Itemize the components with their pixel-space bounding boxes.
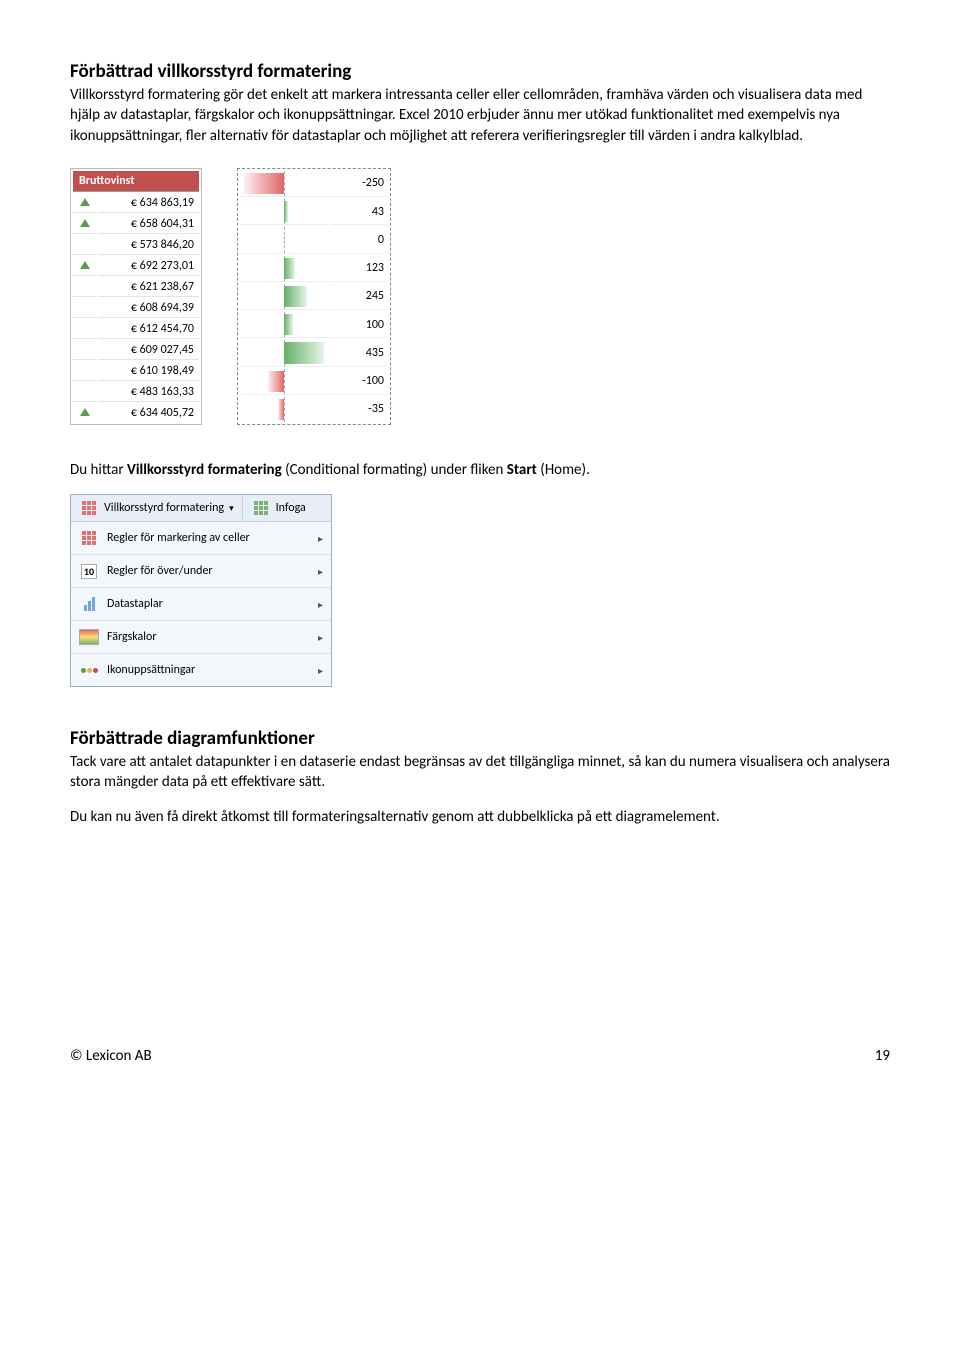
value-cell: € 483 163,33: [99, 383, 199, 402]
bruttovinst-header: Bruttovinst: [73, 171, 199, 192]
colorscales-icon: [79, 628, 99, 646]
value-cell: 245: [330, 284, 388, 310]
cf-main-button[interactable]: Villkorsstyrd formatering ▾: [71, 495, 243, 521]
cf-item-highlight-rules[interactable]: Regler för markering av celler ▸: [71, 522, 331, 555]
section2-heading: Förbättrade diagramfunktioner: [70, 727, 890, 750]
table-row: € 610 198,49: [73, 362, 199, 381]
table-row: 43: [240, 199, 388, 225]
table-row: € 483 163,33: [73, 383, 199, 402]
table-row: € 621 238,67: [73, 278, 199, 297]
value-cell: € 612 454,70: [99, 320, 199, 339]
footer-page-number: 19: [875, 1047, 890, 1065]
table-row: € 609 027,45: [73, 341, 199, 360]
section2-paragraph1: Tack vare att antalet datapunkter i en d…: [70, 752, 890, 793]
value-cell: € 634 405,72: [99, 404, 199, 422]
bruttovinst-table: Bruttovinst € 634 863,19 € 658 604,31 € 57…: [70, 168, 202, 425]
trend-icon-cell: [73, 257, 97, 276]
cf-icon: [79, 499, 99, 517]
find-cf-text: Du hittar Villkorsstyrd formatering (Con…: [70, 460, 890, 480]
table-row: 435: [240, 340, 388, 366]
value-cell: 0: [330, 227, 388, 253]
highlight-cells-icon: [79, 529, 99, 547]
cf-item-iconsets[interactable]: Ikonuppsättningar ▸: [71, 654, 331, 686]
trend-icon-cell: [73, 194, 97, 213]
value-cell: 43: [330, 199, 388, 225]
value-cell: -250: [330, 171, 388, 197]
table-row: € 608 694,39: [73, 299, 199, 318]
table-row: -250: [240, 171, 388, 197]
chevron-right-icon: ▸: [318, 532, 323, 545]
databar-cell: [240, 256, 328, 282]
value-cell: € 610 198,49: [99, 362, 199, 381]
value-cell: € 573 846,20: [99, 236, 199, 255]
section1-heading: Förbättrad villkorsstyrd formatering: [70, 60, 890, 83]
chevron-down-icon: ▾: [229, 503, 234, 514]
table-row: € 658 604,31: [73, 215, 199, 234]
value-cell: 123: [330, 256, 388, 282]
infoga-button[interactable]: Infoga: [243, 495, 314, 521]
footer-copyright: © Lexicon AB: [70, 1047, 152, 1065]
databars-icon: [79, 595, 99, 613]
cf-item-databars[interactable]: Datastaplar ▸: [71, 588, 331, 621]
trend-icon-cell: [73, 215, 97, 234]
chevron-right-icon: ▸: [318, 598, 323, 611]
value-cell: 100: [330, 312, 388, 338]
databar-table: -250430 123245100435 -100-35: [237, 168, 391, 425]
trend-icon-cell: [73, 362, 97, 381]
chevron-right-icon: ▸: [318, 631, 323, 644]
chevron-right-icon: ▸: [318, 664, 323, 677]
trend-icon-cell: [73, 278, 97, 297]
top-bottom-icon: 10: [79, 562, 99, 580]
table-row: 100: [240, 312, 388, 338]
table-row: 123: [240, 256, 388, 282]
chevron-right-icon: ▸: [318, 565, 323, 578]
databar-cell: [240, 171, 328, 197]
value-cell: -100: [330, 369, 388, 395]
table-row: 245: [240, 284, 388, 310]
value-cell: € 621 238,67: [99, 278, 199, 297]
triangle-up-icon: [80, 408, 90, 416]
table-row: -100: [240, 369, 388, 395]
databar-cell: [240, 397, 328, 422]
databar-cell: [240, 340, 328, 366]
value-cell: -35: [330, 397, 388, 422]
databar-cell: [240, 227, 328, 253]
value-cell: € 658 604,31: [99, 215, 199, 234]
databar-cell: [240, 284, 328, 310]
value-cell: € 608 694,39: [99, 299, 199, 318]
trend-icon-cell: [73, 341, 97, 360]
triangle-up-icon: [80, 219, 90, 227]
table-row: 0: [240, 227, 388, 253]
section2-paragraph2: Du kan nu även få direkt åtkomst till fo…: [70, 807, 890, 827]
value-cell: 435: [330, 340, 388, 366]
example-tables: Bruttovinst € 634 863,19 € 658 604,31 € 57…: [70, 168, 890, 425]
table-row: € 692 273,01: [73, 257, 199, 276]
section1-paragraph: Villkorsstyrd formatering gör det enkelt…: [70, 85, 890, 146]
table-row: € 634 863,19: [73, 194, 199, 213]
triangle-up-icon: [80, 261, 90, 269]
value-cell: € 609 027,45: [99, 341, 199, 360]
trend-icon-cell: [73, 236, 97, 255]
table-row: € 573 846,20: [73, 236, 199, 255]
trend-icon-cell: [73, 320, 97, 339]
value-cell: € 692 273,01: [99, 257, 199, 276]
value-cell: € 634 863,19: [99, 194, 199, 213]
conditional-formatting-menu: Villkorsstyrd formatering ▾ Infoga Regle…: [70, 494, 332, 687]
iconsets-icon: [79, 661, 99, 679]
trend-icon-cell: [73, 383, 97, 402]
databar-cell: [240, 199, 328, 225]
triangle-up-icon: [80, 198, 90, 206]
databar-cell: [240, 312, 328, 338]
table-row: -35: [240, 397, 388, 422]
cf-item-colorscales[interactable]: Färgskalor ▸: [71, 621, 331, 654]
cf-item-top-bottom[interactable]: 10 Regler för över/under ▸: [71, 555, 331, 588]
page-footer: © Lexicon AB 19: [70, 1047, 890, 1065]
databar-cell: [240, 369, 328, 395]
trend-icon-cell: [73, 299, 97, 318]
insert-icon: [251, 499, 271, 517]
table-row: € 612 454,70: [73, 320, 199, 339]
table-row: € 634 405,72: [73, 404, 199, 422]
trend-icon-cell: [73, 404, 97, 422]
